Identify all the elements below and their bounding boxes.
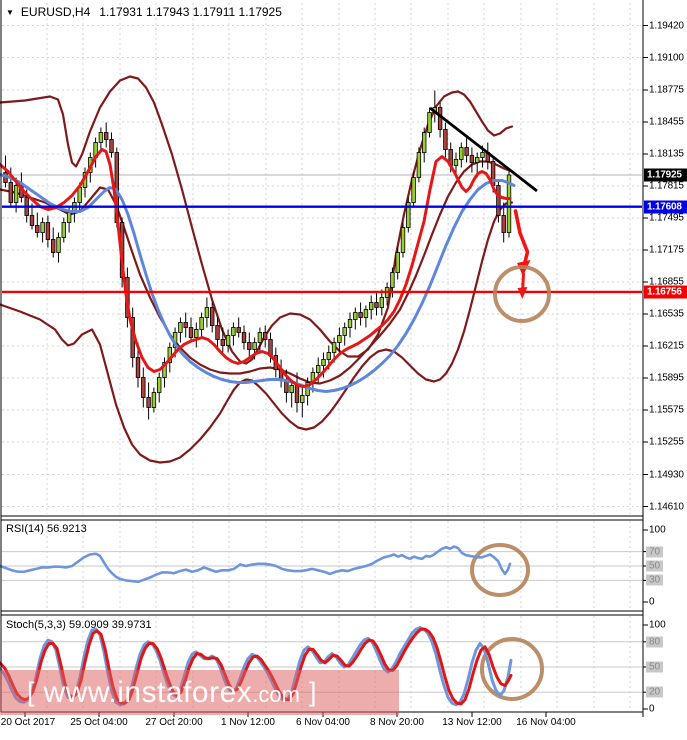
indicator-axis-label: 100 [649,524,666,536]
instaforex-watermark: [ www.instaforex .com ] [0,670,399,715]
chart-title: ▼ EURUSD,H4 1.17931 1.17943 1.17911 1.17… [6,5,282,19]
price-axis-label: 1.16535 [649,308,684,320]
time-axis-label: 20 Oct 2017 [0,717,56,728]
time-axis-label: 1 Nov 12:00 [221,717,275,728]
time-axis-label: 13 Nov 12:00 [442,717,502,728]
time-axis-label: 25 Oct 04:00 [70,717,128,728]
indicator-axis-label: 80 [646,636,663,648]
rsi-indicator-label: RSI(14) 56.9213 [6,523,87,535]
highlight-circle [470,543,530,597]
price-badge: 1.16756 [644,285,687,299]
price-axis-label: 1.17175 [649,244,684,256]
indicator-axis-label: 70 [646,546,663,558]
watermark-bracket-left: [ [27,677,35,707]
indicator-axis-label: 50 [646,661,663,673]
symbol-dropdown-icon[interactable]: ▼ [6,8,14,17]
ohlc-values: 1.17931 1.17943 1.17911 1.17925 [99,5,282,19]
chart-window: ▼ EURUSD,H4 1.17931 1.17943 1.17911 1.17… [0,0,687,740]
price-axis-label: 1.15255 [649,436,684,448]
price-axis-label: 1.19420 [649,20,684,31]
indicator-axis-label: 0 [649,703,655,715]
axis-ticks [24,25,648,717]
price-axis-label: 1.18135 [649,148,684,160]
indicator-axis-label: 20 [646,686,663,698]
price-axis-label: 1.14610 [649,501,684,512]
price-axis-label: 1.15575 [649,404,684,416]
price-axis-label: 1.18455 [649,116,684,128]
price-axis-label: 1.15895 [649,372,684,384]
indicator-axis-label: 0 [649,596,655,608]
price-badge: 1.17608 [644,200,687,214]
price-axis-label: 1.17495 [649,212,684,224]
time-axis-label: 16 Nov 04:00 [516,717,576,728]
watermark-url: www.instaforex [43,675,253,709]
price-axis-label: 1.17815 [649,180,684,192]
price-badge: 1.17925 [644,168,687,182]
symbol-period-label: EURUSD,H4 [20,5,91,19]
time-axis-label: 6 Nov 04:00 [296,717,350,728]
panel-borders [0,0,644,717]
indicator-axis-label: 30 [646,574,663,586]
price-axis-label: 1.16215 [649,340,684,352]
indicator-axis-label: 100 [649,619,666,631]
time-axis-label: 8 Nov 20:00 [370,717,424,728]
watermark-bracket-right: ] [308,677,317,707]
stoch-indicator-label: Stoch(5,3,3) 59.0909 39.9731 [6,619,152,631]
watermark-url-tld: .com [252,682,300,707]
time-axis-label: 27 Oct 20:00 [145,717,203,728]
indicator-axis-label: 50 [646,560,663,572]
grid [2,3,642,711]
price-axis-label: 1.18775 [649,84,684,96]
price-axis-label: 1.14930 [649,469,684,480]
price-axis-label: 1.19100 [649,52,684,63]
